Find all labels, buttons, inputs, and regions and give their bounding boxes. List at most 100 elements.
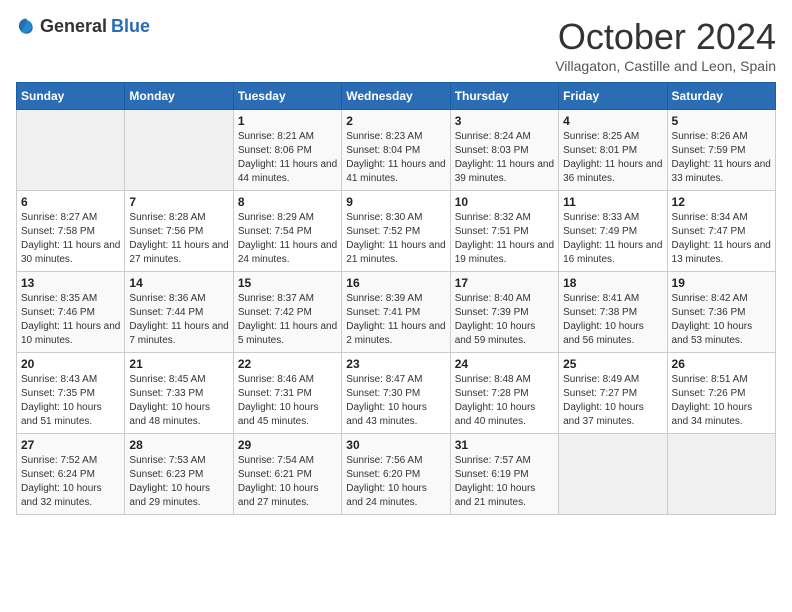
day-info: Sunrise: 8:29 AMSunset: 7:54 PMDaylight:… — [238, 211, 337, 267]
day-cell: 5 Sunrise: 8:26 AMSunset: 7:59 PMDaylight… — [667, 110, 775, 191]
day-info: Sunrise: 8:49 AMSunset: 7:27 PMDaylight:… — [563, 373, 662, 429]
day-number: 25 — [563, 357, 662, 371]
day-cell: 6 Sunrise: 8:27 AMSunset: 7:58 PMDaylight… — [17, 191, 125, 272]
day-number: 3 — [455, 114, 554, 128]
day-cell: 20Sunrise: 8:43 AMSunset: 7:35 PMDayligh… — [17, 353, 125, 434]
day-number: 27 — [21, 438, 120, 452]
day-cell: 18Sunrise: 8:41 AMSunset: 7:38 PMDayligh… — [559, 272, 667, 353]
day-number: 22 — [238, 357, 337, 371]
day-cell: 4Sunrise: 8:25 AMSunset: 8:01 PMDaylight… — [559, 110, 667, 191]
day-cell: 2 Sunrise: 8:23 AMSunset: 8:04 PMDaylight… — [342, 110, 450, 191]
day-number: 17 — [455, 276, 554, 290]
day-number: 14 — [129, 276, 228, 290]
subtitle: Villagaton, Castille and Leon, Spain — [555, 58, 776, 74]
day-cell: 22Sunrise: 8:46 AMSunset: 7:31 PMDayligh… — [233, 353, 341, 434]
day-cell — [17, 110, 125, 191]
day-cell: 10 Sunrise: 8:32 AMSunset: 7:51 PMDayligh… — [450, 191, 558, 272]
day-info: Sunrise: 8:45 AMSunset: 7:33 PMDaylight:… — [129, 373, 228, 429]
calendar-table: SundayMondayTuesdayWednesdayThursdayFrid… — [16, 82, 776, 515]
day-info: Sunrise: 8:33 AMSunset: 7:49 PMDaylight:… — [563, 211, 662, 267]
day-number: 7 — [129, 195, 228, 209]
day-number: 28 — [129, 438, 228, 452]
day-cell: 19Sunrise: 8:42 AMSunset: 7:36 PMDayligh… — [667, 272, 775, 353]
day-number: 29 — [238, 438, 337, 452]
day-cell: 14 Sunrise: 8:36 AMSunset: 7:44 PMDayligh… — [125, 272, 233, 353]
day-info: Sunrise: 8:32 AMSunset: 7:51 PMDaylight:… — [455, 211, 554, 267]
header-day-saturday: Saturday — [667, 83, 775, 110]
day-number: 30 — [346, 438, 445, 452]
day-info: Sunrise: 8:39 AMSunset: 7:41 PMDaylight:… — [346, 292, 445, 348]
day-number: 19 — [672, 276, 771, 290]
day-cell: 12 Sunrise: 8:34 AMSunset: 7:47 PMDayligh… — [667, 191, 775, 272]
day-info: Sunrise: 8:25 AMSunset: 8:01 PMDaylight:… — [563, 130, 662, 186]
day-info: Sunrise: 8:24 AMSunset: 8:03 PMDaylight:… — [455, 130, 554, 186]
day-number: 21 — [129, 357, 228, 371]
day-cell: 27 Sunrise: 7:52 AMSunset: 6:24 PMDayligh… — [17, 434, 125, 515]
header-row: SundayMondayTuesdayWednesdayThursdayFrid… — [17, 83, 776, 110]
week-row-4: 20Sunrise: 8:43 AMSunset: 7:35 PMDayligh… — [17, 353, 776, 434]
day-cell: 29 Sunrise: 7:54 AMSunset: 6:21 PMDayligh… — [233, 434, 341, 515]
header-day-wednesday: Wednesday — [342, 83, 450, 110]
week-row-2: 6 Sunrise: 8:27 AMSunset: 7:58 PMDaylight… — [17, 191, 776, 272]
day-info: Sunrise: 8:36 AMSunset: 7:44 PMDaylight:… — [129, 292, 228, 348]
header: GeneralBlue October 2024 Villagaton, Cas… — [16, 16, 776, 74]
day-info: Sunrise: 8:48 AMSunset: 7:28 PMDaylight:… — [455, 373, 554, 429]
day-cell: 1Sunrise: 8:21 AMSunset: 8:06 PMDaylight… — [233, 110, 341, 191]
day-cell: 13 Sunrise: 8:35 AMSunset: 7:46 PMDayligh… — [17, 272, 125, 353]
day-number: 9 — [346, 195, 445, 209]
day-info: Sunrise: 7:53 AMSunset: 6:23 PMDaylight:… — [129, 454, 228, 510]
day-cell: 25 Sunrise: 8:49 AMSunset: 7:27 PMDayligh… — [559, 353, 667, 434]
day-info: Sunrise: 8:34 AMSunset: 7:47 PMDaylight:… — [672, 211, 771, 267]
day-info: Sunrise: 8:47 AMSunset: 7:30 PMDaylight:… — [346, 373, 445, 429]
day-number: 10 — [455, 195, 554, 209]
day-info: Sunrise: 8:23 AMSunset: 8:04 PMDaylight:… — [346, 130, 445, 186]
week-row-3: 13 Sunrise: 8:35 AMSunset: 7:46 PMDayligh… — [17, 272, 776, 353]
day-cell: 26 Sunrise: 8:51 AMSunset: 7:26 PMDayligh… — [667, 353, 775, 434]
day-cell: 7 Sunrise: 8:28 AMSunset: 7:56 PMDaylight… — [125, 191, 233, 272]
day-info: Sunrise: 7:54 AMSunset: 6:21 PMDaylight:… — [238, 454, 337, 510]
day-number: 6 — [21, 195, 120, 209]
day-info: Sunrise: 8:41 AMSunset: 7:38 PMDaylight:… — [563, 292, 662, 348]
day-cell: 30 Sunrise: 7:56 AMSunset: 6:20 PMDayligh… — [342, 434, 450, 515]
day-info: Sunrise: 7:56 AMSunset: 6:20 PMDaylight:… — [346, 454, 445, 510]
day-cell: 11 Sunrise: 8:33 AMSunset: 7:49 PMDayligh… — [559, 191, 667, 272]
day-cell — [125, 110, 233, 191]
day-number: 13 — [21, 276, 120, 290]
header-day-monday: Monday — [125, 83, 233, 110]
day-number: 12 — [672, 195, 771, 209]
day-number: 15 — [238, 276, 337, 290]
day-cell: 21 Sunrise: 8:45 AMSunset: 7:33 PMDayligh… — [125, 353, 233, 434]
day-info: Sunrise: 8:37 AMSunset: 7:42 PMDaylight:… — [238, 292, 337, 348]
day-number: 26 — [672, 357, 771, 371]
day-info: Sunrise: 8:51 AMSunset: 7:26 PMDaylight:… — [672, 373, 771, 429]
day-cell — [559, 434, 667, 515]
day-number: 24 — [455, 357, 554, 371]
day-cell: 9Sunrise: 8:30 AMSunset: 7:52 PMDaylight… — [342, 191, 450, 272]
day-number: 16 — [346, 276, 445, 290]
day-info: Sunrise: 8:27 AMSunset: 7:58 PMDaylight:… — [21, 211, 120, 267]
day-number: 11 — [563, 195, 662, 209]
day-number: 5 — [672, 114, 771, 128]
day-info: Sunrise: 8:28 AMSunset: 7:56 PMDaylight:… — [129, 211, 228, 267]
day-number: 31 — [455, 438, 554, 452]
logo: GeneralBlue — [16, 16, 150, 37]
title-area: October 2024 Villagaton, Castille and Le… — [555, 16, 776, 74]
day-info: Sunrise: 8:43 AMSunset: 7:35 PMDaylight:… — [21, 373, 120, 429]
week-row-1: 1Sunrise: 8:21 AMSunset: 8:06 PMDaylight… — [17, 110, 776, 191]
day-info: Sunrise: 7:52 AMSunset: 6:24 PMDaylight:… — [21, 454, 120, 510]
day-cell: 15 Sunrise: 8:37 AMSunset: 7:42 PMDayligh… — [233, 272, 341, 353]
day-number: 2 — [346, 114, 445, 128]
day-info: Sunrise: 8:35 AMSunset: 7:46 PMDaylight:… — [21, 292, 120, 348]
header-day-thursday: Thursday — [450, 83, 558, 110]
logo-general: General — [40, 16, 107, 37]
day-cell: 23 Sunrise: 8:47 AMSunset: 7:30 PMDayligh… — [342, 353, 450, 434]
day-info: Sunrise: 8:26 AMSunset: 7:59 PMDaylight:… — [672, 130, 771, 186]
header-day-sunday: Sunday — [17, 83, 125, 110]
day-info: Sunrise: 7:57 AMSunset: 6:19 PMDaylight:… — [455, 454, 554, 510]
week-row-5: 27 Sunrise: 7:52 AMSunset: 6:24 PMDayligh… — [17, 434, 776, 515]
header-day-friday: Friday — [559, 83, 667, 110]
day-cell: 16 Sunrise: 8:39 AMSunset: 7:41 PMDayligh… — [342, 272, 450, 353]
day-number: 23 — [346, 357, 445, 371]
logo-blue: Blue — [111, 16, 150, 37]
day-cell: 8Sunrise: 8:29 AMSunset: 7:54 PMDaylight… — [233, 191, 341, 272]
